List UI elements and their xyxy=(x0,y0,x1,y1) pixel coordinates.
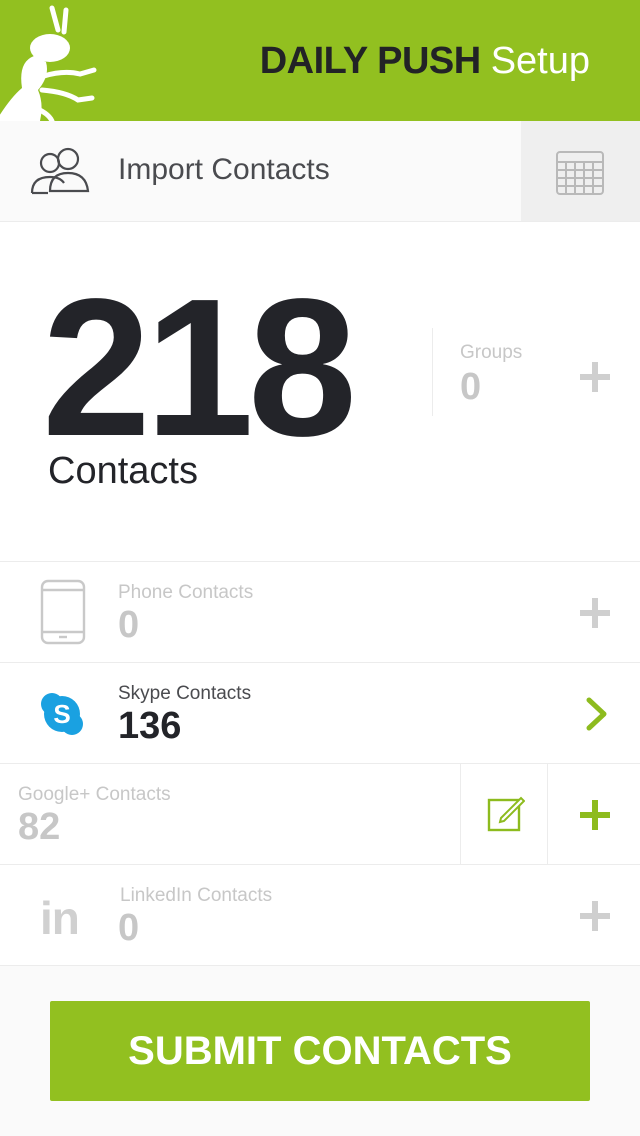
phone-contacts-label: Phone Contacts xyxy=(118,582,254,603)
list-item-skype-contacts[interactable]: S Skype Contacts 136 xyxy=(0,663,640,764)
app-header: DAILY PUSH Setup xyxy=(0,0,640,121)
list-item-linkedin-contacts[interactable]: in LinkedIn Contacts 0 xyxy=(0,865,640,966)
list-item-google-contacts[interactable]: Google+ Contacts 82 xyxy=(0,764,640,865)
groups-label: Groups xyxy=(460,342,523,363)
brand-name: DAILY PUSH xyxy=(259,40,481,82)
contacts-label: Contacts xyxy=(48,450,198,492)
list-item-phone-contacts[interactable]: Phone Contacts 0 xyxy=(0,562,640,663)
footer: SUBMIT CONTACTS xyxy=(0,966,640,1136)
skype-icon: S xyxy=(41,693,83,735)
skype-contacts-count: 136 xyxy=(118,705,182,747)
add-group-button[interactable] xyxy=(580,362,610,392)
groups-count: 0 xyxy=(460,366,482,408)
contact-totals: 218 Contacts Groups 0 xyxy=(0,222,640,562)
edit-icon xyxy=(487,796,525,832)
calendar-icon xyxy=(556,151,604,195)
divider xyxy=(432,328,433,416)
page-title: DAILY PUSH Setup xyxy=(260,40,590,83)
import-contacts-row[interactable]: Import Contacts xyxy=(0,121,640,222)
add-linkedin-contacts-button[interactable] xyxy=(580,901,610,931)
submit-contacts-button[interactable]: SUBMIT CONTACTS xyxy=(50,1001,590,1101)
import-contacts-label: Import Contacts xyxy=(118,153,330,186)
phone-icon xyxy=(40,579,86,645)
add-phone-contacts-button[interactable] xyxy=(580,598,610,628)
linkedin-icon: in xyxy=(40,892,80,944)
add-google-contacts-button[interactable] xyxy=(549,764,640,864)
contacts-count: 218 xyxy=(42,258,357,477)
page-subtitle: Setup xyxy=(490,40,590,82)
calendar-button[interactable] xyxy=(521,121,640,221)
google-contacts-label: Google+ Contacts xyxy=(18,784,171,805)
plus-icon xyxy=(580,800,610,830)
phone-contacts-count: 0 xyxy=(118,604,140,646)
svg-text:S: S xyxy=(53,699,70,729)
ant-logo-icon xyxy=(0,5,97,121)
google-contacts-count: 82 xyxy=(18,806,61,848)
people-icon xyxy=(30,147,90,195)
chevron-right-icon[interactable] xyxy=(584,697,610,731)
edit-google-contacts-button[interactable] xyxy=(460,764,548,864)
linkedin-contacts-count: 0 xyxy=(118,907,140,949)
skype-contacts-label: Skype Contacts xyxy=(118,683,252,704)
linkedin-contacts-label: LinkedIn Contacts xyxy=(120,885,273,906)
